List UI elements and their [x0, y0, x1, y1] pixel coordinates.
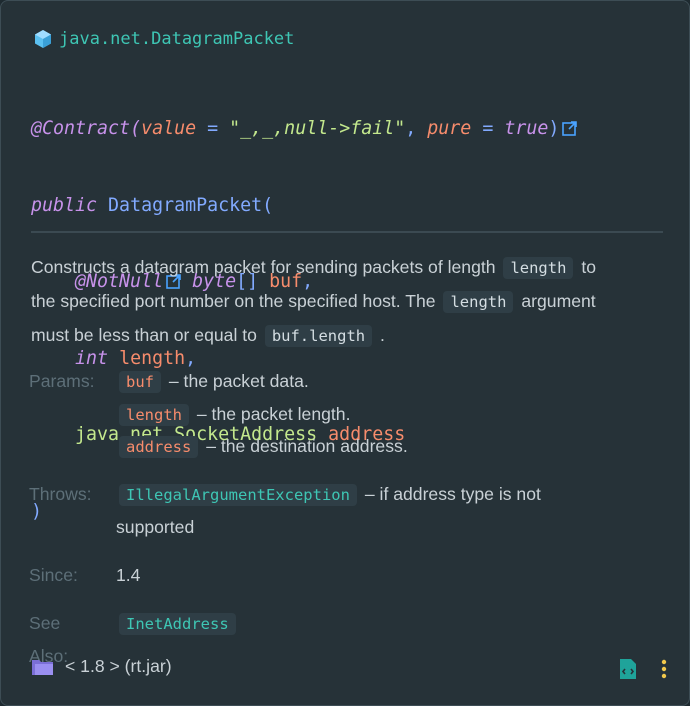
throws-desc: – if address type is not [359, 484, 541, 504]
exception-link[interactable]: IllegalArgumentException [119, 484, 357, 506]
view-source-icon[interactable] [619, 658, 637, 680]
paren: ( [130, 118, 142, 139]
param-item: length – the packet length. [116, 398, 350, 432]
value-string: "_,_,null->fail" [229, 118, 406, 139]
pure-value: true [504, 118, 549, 139]
desc-text: to [576, 257, 596, 277]
desc-text: argument [516, 291, 596, 311]
desc-text: Constructs a datagram packet for sending… [31, 257, 501, 277]
param-name-chip: address [119, 436, 199, 458]
throws-desc-cont: supported [116, 517, 195, 537]
public-keyword: public [31, 194, 98, 216]
code-chip: length [443, 291, 514, 313]
class-cube-icon [35, 30, 51, 48]
eq: = [471, 118, 505, 139]
paren: ) [548, 118, 560, 139]
throws-item: IllegalArgumentException – if address ty… [116, 478, 541, 512]
contract-annotation[interactable]: Contract [42, 116, 130, 142]
code-chip: length [503, 257, 574, 279]
throws-label: Throws: [29, 484, 92, 504]
footer-library: < 1.8 > (rt.jar) [31, 656, 172, 677]
params-label: Params: [29, 371, 95, 391]
documentation-popup: java.net.DatagramPacket @ Contract(value … [0, 0, 690, 706]
class-fqn-link[interactable]: java.net.DatagramPacket [59, 29, 294, 49]
eq: = [196, 118, 230, 139]
since-value: 1.4 [116, 565, 141, 585]
divider [31, 231, 663, 233]
param-item: buf – the packet data. [116, 365, 309, 399]
see-also-link[interactable]: InetAddress [119, 613, 236, 635]
desc-text: the specified port number on the specifi… [31, 291, 441, 311]
contract-at: @ [31, 118, 43, 139]
class-header: java.net.DatagramPacket [34, 27, 294, 51]
constructor-name: DatagramPacket( [97, 194, 274, 216]
param-desc: – the packet data. [164, 371, 309, 391]
param-desc: – the packet length. [192, 404, 351, 424]
more-vertical-icon[interactable] [661, 659, 667, 679]
library-folder-icon [32, 659, 53, 675]
param-desc: – the destination address. [201, 436, 408, 456]
external-link-icon[interactable] [562, 121, 578, 137]
library-name: < 1.8 > (rt.jar) [65, 656, 172, 676]
comma: , [405, 118, 428, 139]
description: Constructs a datagram packet for sending… [31, 251, 651, 353]
pure-key: pure [427, 118, 472, 139]
since-label: Since: [29, 565, 78, 585]
param-item: address – the destination address. [116, 430, 408, 464]
code-chip: buf.length [264, 325, 373, 347]
footer-actions [619, 658, 667, 680]
param-name-chip: buf [119, 371, 161, 393]
desc-text: . [375, 325, 385, 345]
desc-text: must be less than or equal to [31, 325, 262, 345]
param-name-chip: length [119, 404, 189, 426]
value-key: value [141, 118, 197, 139]
